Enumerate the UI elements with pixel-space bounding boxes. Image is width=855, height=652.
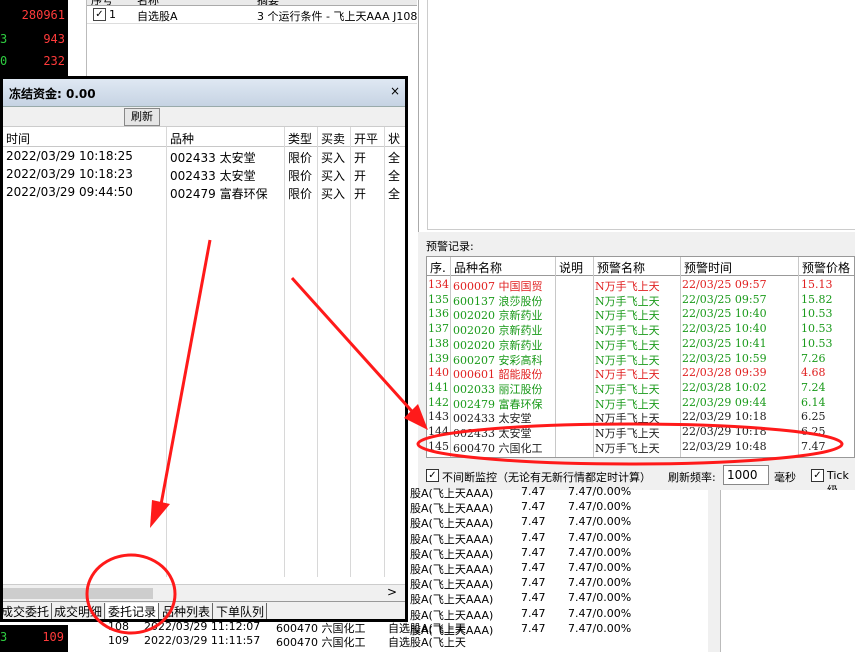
condition-table-header: 序号 名称 摘要	[87, 0, 417, 6]
col-desc[interactable]: 说明	[559, 259, 583, 276]
list-item[interactable]: 股A(飞上天AAA) 7.47 7.47/0.00%	[408, 591, 708, 606]
chevron-right-icon[interactable]: >	[387, 585, 397, 599]
refresh-rate-unit: 毫秒	[774, 471, 796, 484]
quote-row: 280961	[21, 8, 65, 22]
alert-row[interactable]: 134 600007 中国国贸 N万手飞上天 22/03/25 09:57 15.13	[427, 278, 854, 293]
list-item[interactable]: 股A(飞上天AAA) 7.47 7.47/0.00%	[408, 546, 708, 561]
condition-row[interactable]: ✓ 1 自选股A 3 个运行条件 - 飞上天AAA J108	[87, 7, 417, 24]
order-grid-header: 时间 品种 类型 买卖 开平 状	[3, 127, 405, 147]
alert-row[interactable]: 144 002433 太安堂 N万手飞上天 22/03/29 10:18 6.25	[427, 425, 854, 440]
condition-checkbox[interactable]: ✓	[93, 8, 106, 21]
table-row[interactable]: 108 2022/03/29 11:12:07 600470 六国化工 自选股A…	[86, 620, 466, 635]
col-open-close[interactable]: 开平	[354, 130, 378, 147]
order-row[interactable]: 2022/03/29 10:18:25 002433 太安堂 限价 买入开全	[3, 148, 405, 166]
refresh-rate-input[interactable]: 1000	[723, 465, 769, 485]
col-no[interactable]: 序.	[430, 259, 446, 276]
horizontal-scrollbar[interactable]: >	[3, 584, 405, 601]
quote-row: 0 232	[0, 54, 65, 68]
alert-row[interactable]: 139 600207 安彩高科 N万手飞上天 22/03/25 10:59 7.26	[427, 352, 854, 367]
right-top-pane	[427, 0, 855, 230]
order-row[interactable]: 2022/03/29 10:18:23 002433 太安堂 限价 买入开全	[3, 166, 405, 184]
order-grid[interactable]: 时间 品种 类型 买卖 开平 状 2022/03/29 10:18:25 0024…	[3, 127, 405, 577]
right-top-panel	[418, 0, 855, 232]
list-item[interactable]: 股A(飞上天AAA) 7.47 7.47/0.00%	[408, 485, 708, 500]
col-side[interactable]: 买卖	[321, 130, 345, 147]
alert-row[interactable]: 136 002020 京新药业 N万手飞上天 22/03/25 10:40 10.53	[427, 307, 854, 322]
alert-records-panel: 预警记录: 序. 品种名称 说明 预警名称 预警时间 预警价格 134 60000…	[418, 232, 855, 497]
quote-row: 3 943	[0, 32, 65, 46]
order-row[interactable]: 2022/03/29 09:44:50 002479 富春环保 限价 买入开全	[3, 184, 405, 202]
order-window-titlebar[interactable]: 冻结资金: 0.00 ×	[3, 79, 405, 107]
order-tabs: 成交委托 成交明细 委托记录 品种列表 下单队列	[0, 601, 405, 619]
right-side-panel	[708, 490, 855, 652]
alert-row[interactable]: 142 002479 富春环保 N万手飞上天 22/03/29 09:44 6.14	[427, 396, 854, 411]
col-alert-time[interactable]: 预警时间	[684, 259, 732, 276]
col-symbol[interactable]: 品种	[170, 130, 194, 147]
list-item[interactable]: 股A(飞上天AAA) 7.47 7.47/0.00%	[408, 500, 708, 515]
list-item[interactable]: 股A(飞上天AAA) 7.47 7.47/0.00%	[408, 515, 708, 530]
alert-row[interactable]: 145 600470 六国化工 N万手飞上天 22/03/29 10:48 7.47	[427, 440, 854, 455]
frozen-funds-title: 冻结资金: 0.00	[9, 87, 96, 101]
alert-row[interactable]: 135 600137 浪莎股份 N万手飞上天 22/03/25 09:57 15.82	[427, 293, 854, 308]
refresh-button[interactable]: 刷新	[124, 108, 160, 126]
alert-records-grid[interactable]: 序. 品种名称 说明 预警名称 预警时间 预警价格 134 600007 中国国贸…	[426, 256, 855, 458]
order-toolbar: 刷新	[3, 107, 405, 127]
tick-checkbox[interactable]: ✓	[811, 469, 824, 482]
quote-strip: 280961 3 943 0 232	[0, 0, 68, 80]
continuous-monitor-checkbox[interactable]: ✓	[426, 469, 439, 482]
close-icon[interactable]: ×	[390, 84, 400, 98]
col-alert-name[interactable]: 预警名称	[597, 259, 645, 276]
alert-grid-header: 序. 品种名称 说明 预警名称 预警时间 预警价格	[427, 257, 854, 276]
tab-order-records[interactable]: 委托记录	[106, 603, 160, 619]
alert-row[interactable]: 141 002033 丽江股份 N万手飞上天 22/03/28 10:02 7.24	[427, 381, 854, 396]
tab-order-queue[interactable]: 下单队列	[214, 603, 268, 619]
col-alert-price[interactable]: 预警价格	[802, 259, 850, 276]
table-row[interactable]: 109 2022/03/29 11:11:57 600470 六国化工 自选股A…	[86, 634, 466, 649]
order-window: 冻结资金: 0.00 × 刷新 时间 品种 类型 买卖 开平 状 2022/03…	[0, 76, 408, 622]
list-item[interactable]: 股A(飞上天AAA) 7.47 7.47/0.00%	[408, 561, 708, 576]
continuous-monitor-label: 不间断监控（无论有无新行情都定时计算）	[442, 471, 651, 484]
alert-row[interactable]: 138 002020 京新药业 N万手飞上天 22/03/25 10:41 10.53	[427, 337, 854, 352]
list-item[interactable]: 股A(飞上天AAA) 7.47 7.47/0.00%	[408, 576, 708, 591]
quote-strip-bottom: 3 109	[0, 625, 68, 652]
list-item[interactable]: 股A(飞上天AAA) 7.47 7.47/0.00%	[408, 531, 708, 546]
alert-row[interactable]: 137 002020 京新药业 N万手飞上天 22/03/25 10:40 10.53	[427, 322, 854, 337]
scrollbar-thumb[interactable]	[3, 588, 153, 599]
alert-records-title: 预警记录:	[426, 240, 474, 253]
right-side-pane	[720, 490, 855, 652]
condition-table: 序号 名称 摘要 ✓ 1 自选股A 3 个运行条件 - 飞上天AAA J108	[86, 0, 417, 80]
tab-trade-orders[interactable]: 成交委托	[0, 603, 53, 619]
col-status[interactable]: 状	[388, 130, 400, 147]
col-type[interactable]: 类型	[288, 130, 312, 147]
tab-trade-details[interactable]: 成交明细	[52, 603, 106, 619]
alert-row[interactable]: 140 000601 韶能股份 N万手飞上天 22/03/28 09:39 4.68	[427, 366, 854, 381]
col-time[interactable]: 时间	[6, 130, 30, 147]
col-name[interactable]: 品种名称	[454, 259, 502, 276]
tab-symbol-list[interactable]: 品种列表	[160, 603, 214, 619]
refresh-rate-label: 刷新频率:	[668, 471, 716, 484]
alert-row[interactable]: 143 002433 太安堂 N万手飞上天 22/03/29 10:18 6.25	[427, 410, 854, 425]
signal-history-table: 108 2022/03/29 11:12:07 600470 六国化工 自选股A…	[86, 620, 466, 652]
